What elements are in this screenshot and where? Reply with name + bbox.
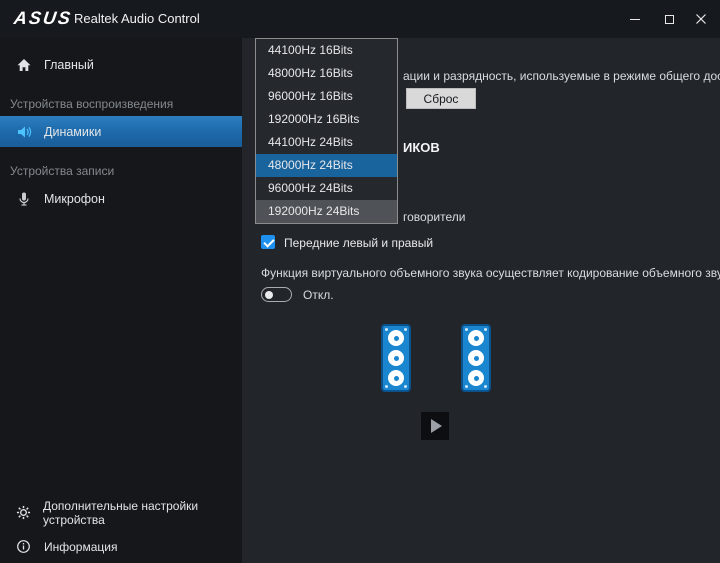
sidebar-item-speakers[interactable]: Динамики (0, 116, 242, 147)
speaker-icon (16, 124, 32, 140)
virtual-surround-description: Функция виртуального объемного звука осу… (261, 266, 720, 280)
speaker-driver (388, 370, 404, 386)
sidebar-item-label: Микрофон (44, 192, 105, 206)
reset-button[interactable]: Сброс (406, 88, 476, 109)
close-button[interactable] (684, 0, 718, 38)
sample-rate-option[interactable]: 44100Hz 16Bits (256, 39, 397, 62)
section-recording-devices: Устройства записи (10, 164, 114, 178)
sidebar-item-microphone[interactable]: Микрофон (0, 184, 242, 213)
microphone-icon (16, 191, 32, 207)
sidebar: Главный Устройства воспроизведения Динам… (0, 38, 242, 563)
maximize-icon (665, 15, 674, 24)
sidebar-item-home[interactable]: Главный (0, 50, 242, 79)
asus-logo: ASUS (13, 8, 74, 29)
app-title: Realtek Audio Control (74, 11, 200, 26)
front-left-right-label: Передние левый и правый (284, 236, 433, 250)
speaker-driver (468, 370, 484, 386)
speaker-configuration-heading: ИКОВ (403, 140, 440, 155)
sidebar-item-label: Главный (44, 58, 94, 72)
virtual-surround-toggle-label: Откл. (303, 288, 334, 302)
sidebar-item-device-settings[interactable]: Дополнительные настройки устройства (0, 498, 242, 527)
minimize-icon (630, 19, 640, 20)
left-speaker-graphic[interactable] (381, 324, 411, 392)
sample-rate-option[interactable]: 192000Hz 16Bits (256, 108, 397, 131)
speaker-driver (388, 350, 404, 366)
app-window: ASUS Realtek Audio Control Главный Устро… (0, 0, 720, 563)
speaker-driver (468, 330, 484, 346)
virtual-surround-toggle[interactable] (261, 287, 292, 302)
right-speaker-graphic[interactable] (461, 324, 491, 392)
sidebar-item-label: Дополнительные настройки устройства (43, 499, 242, 527)
home-icon (16, 57, 32, 73)
sample-rate-dropdown: 44100Hz 16Bits 48000Hz 16Bits 96000Hz 16… (255, 38, 398, 224)
sample-rate-option-selected[interactable]: 48000Hz 24Bits (256, 154, 397, 177)
front-left-right-checkbox[interactable] (261, 235, 275, 249)
minimize-button[interactable] (618, 0, 652, 38)
sidebar-item-information[interactable]: Информация (0, 532, 242, 561)
speaker-config-value: говорители (403, 210, 465, 224)
close-icon (696, 14, 706, 24)
titlebar: ASUS Realtek Audio Control (0, 0, 720, 38)
sample-rate-option[interactable]: 48000Hz 16Bits (256, 62, 397, 85)
sidebar-item-label: Динамики (44, 125, 101, 139)
gear-icon (16, 505, 31, 521)
speaker-driver (468, 350, 484, 366)
sample-rate-option[interactable]: 96000Hz 24Bits (256, 177, 397, 200)
speaker-driver (388, 330, 404, 346)
sidebar-item-label: Информация (44, 540, 117, 554)
sample-rate-option[interactable]: 44100Hz 24Bits (256, 131, 397, 154)
maximize-button[interactable] (652, 0, 686, 38)
info-icon (16, 539, 32, 555)
sample-rate-option[interactable]: 96000Hz 16Bits (256, 85, 397, 108)
sample-rate-option-hovered[interactable]: 192000Hz 24Bits (256, 200, 397, 223)
play-test-sound-button[interactable] (421, 412, 449, 440)
section-playback-devices: Устройства воспроизведения (10, 97, 173, 111)
play-icon (431, 419, 442, 433)
format-description-text: ации и разрядность, используемые в режим… (403, 69, 720, 83)
